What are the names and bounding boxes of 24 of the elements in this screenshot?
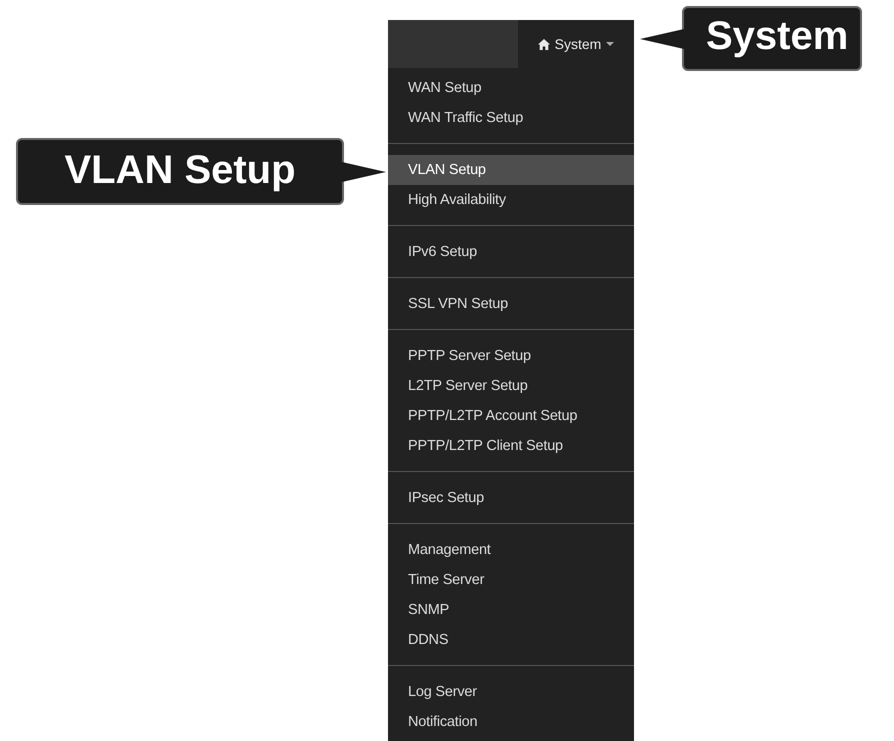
menu-item[interactable]: DDNS [388, 625, 634, 655]
caret-icon [606, 42, 614, 46]
callout-pointer-icon [342, 160, 386, 184]
menu-item[interactable]: VLAN Setup [388, 155, 634, 185]
home-icon [538, 38, 550, 50]
menu-item[interactable]: SSL VPN Setup [388, 289, 634, 319]
menu-item[interactable]: WAN Traffic Setup [388, 103, 634, 133]
menu-item[interactable]: Log Server [388, 677, 634, 707]
callout-label: System [682, 6, 862, 71]
menu-item[interactable]: Time Server [388, 565, 634, 595]
menu-item[interactable]: Notification [388, 707, 634, 737]
menu-item[interactable]: IPsec Setup [388, 483, 634, 513]
system-menu-button[interactable]: System [518, 20, 634, 68]
menu-item[interactable]: SNMP [388, 595, 634, 625]
menu-item[interactable]: IPv6 Setup [388, 237, 634, 267]
menu-item[interactable]: High Availability [388, 185, 634, 215]
callout-pointer-icon [640, 26, 684, 50]
menu-item[interactable]: PPTP/L2TP Client Setup [388, 431, 634, 461]
menu-item[interactable]: PPTP Server Setup [388, 341, 634, 371]
menu-item[interactable]: L2TP Server Setup [388, 371, 634, 401]
menu-item[interactable]: WAN Setup [388, 73, 634, 103]
menu-item[interactable]: Management [388, 535, 634, 565]
callout-label: VLAN Setup [16, 138, 344, 205]
menu-item[interactable]: PPTP/L2TP Account Setup [388, 401, 634, 431]
